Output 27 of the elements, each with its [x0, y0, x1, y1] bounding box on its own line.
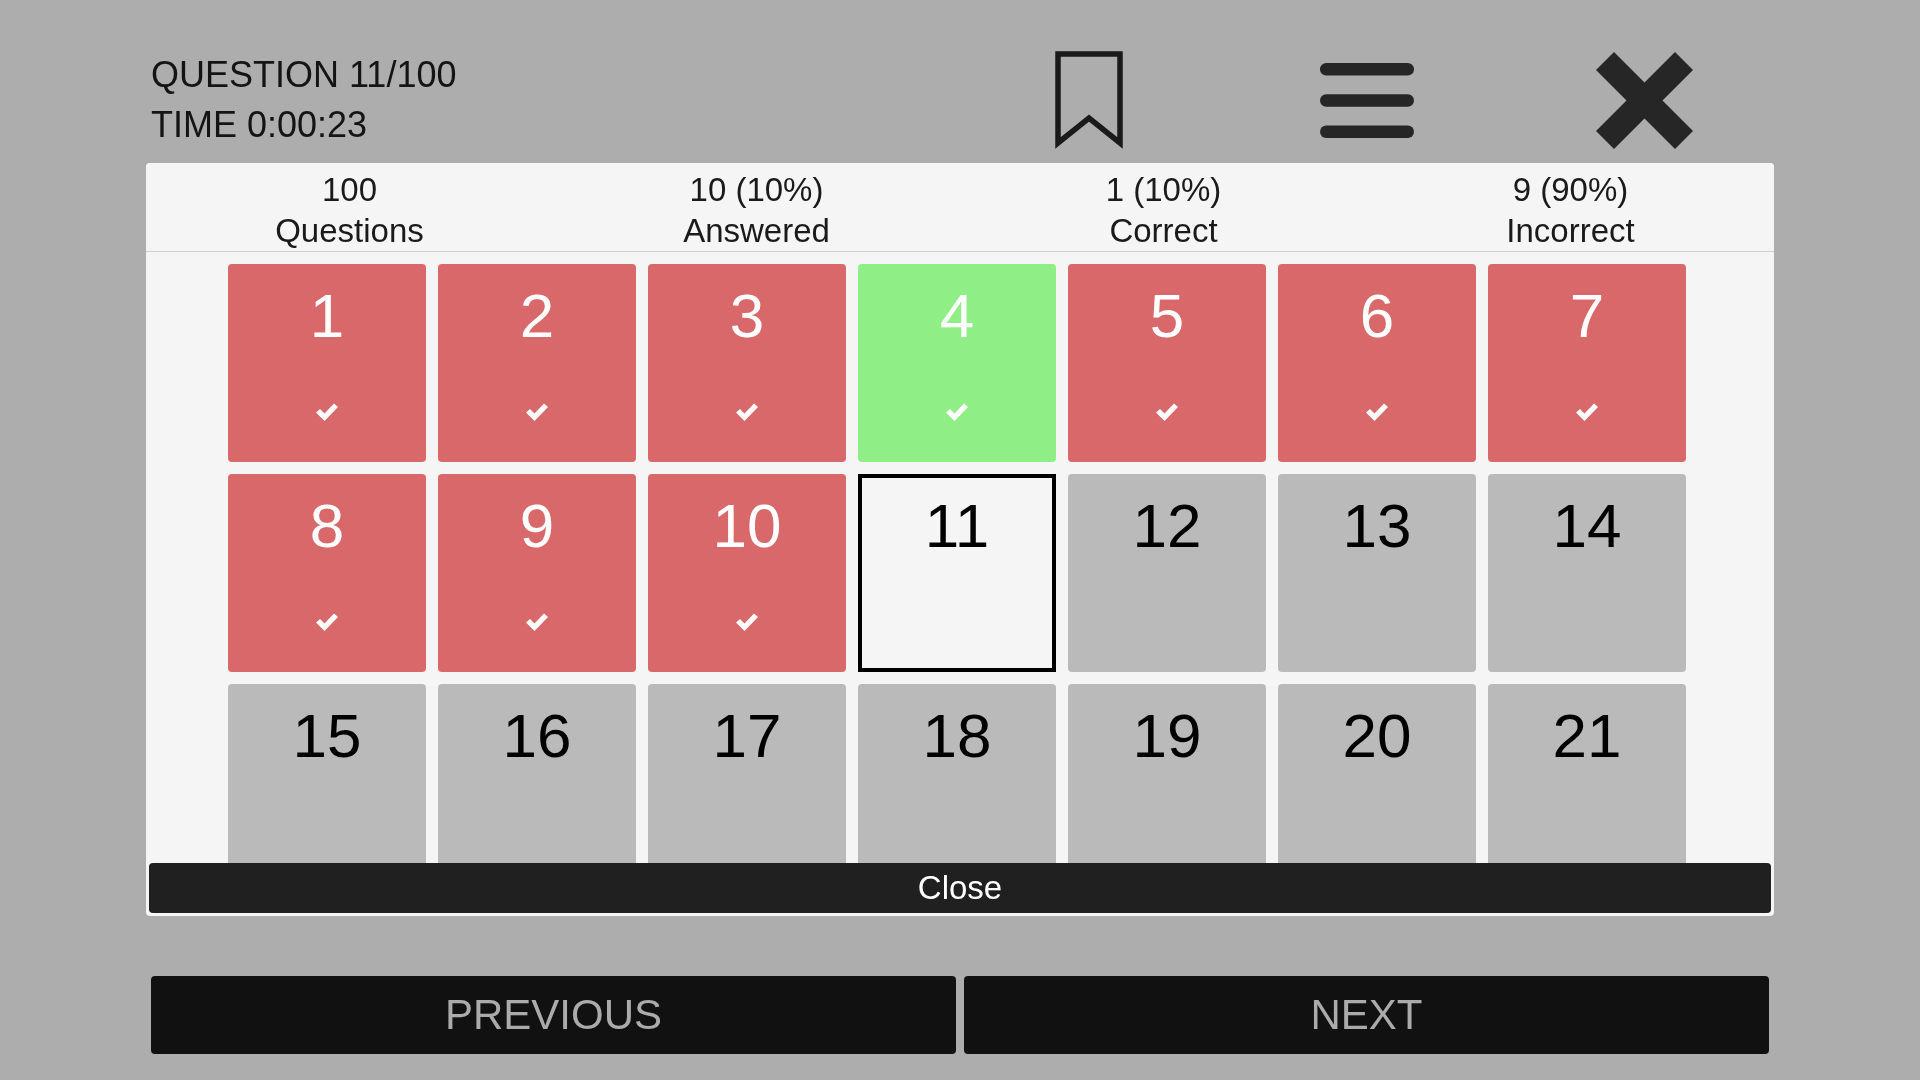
close-button[interactable]: Close — [149, 863, 1771, 913]
question-tile[interactable]: 15 — [228, 684, 426, 863]
question-tile[interactable]: 19 — [1068, 684, 1266, 863]
stat-label: Correct — [1109, 211, 1218, 251]
question-tile[interactable]: 17 — [648, 684, 846, 863]
question-tile[interactable]: 13 — [1278, 474, 1476, 672]
close-icon[interactable] — [1596, 51, 1693, 149]
question-tile[interactable]: 20 — [1278, 684, 1476, 863]
menu-icon[interactable] — [1320, 62, 1414, 138]
stat-value: 100 — [321, 170, 378, 210]
stat-label: Answered — [683, 211, 830, 251]
stat-label: Questions — [275, 211, 424, 251]
question-tile[interactable]: 12 — [1068, 474, 1266, 672]
elapsed-time: TIME 0:00:23 — [151, 103, 368, 147]
question-tile[interactable]: 21 — [1488, 684, 1686, 863]
next-button[interactable]: NEXT — [964, 976, 1769, 1054]
question-tile[interactable]: 18 — [858, 684, 1056, 863]
bookmark-icon[interactable] — [1055, 51, 1123, 149]
previous-button[interactable]: PREVIOUS — [151, 976, 956, 1054]
question-counter: QUESTION 11/100 — [151, 53, 457, 97]
stat-label: Incorrect — [1506, 211, 1635, 251]
question-tile[interactable]: 16 — [438, 684, 636, 863]
question-tile[interactable]: 14 — [1488, 474, 1686, 672]
stat-value: 10 (10%) — [689, 170, 824, 210]
stat-value: 9 (90%) — [1512, 170, 1629, 210]
stat-value: 1 (10%) — [1105, 170, 1222, 210]
question-tile[interactable]: 11 — [858, 474, 1056, 672]
